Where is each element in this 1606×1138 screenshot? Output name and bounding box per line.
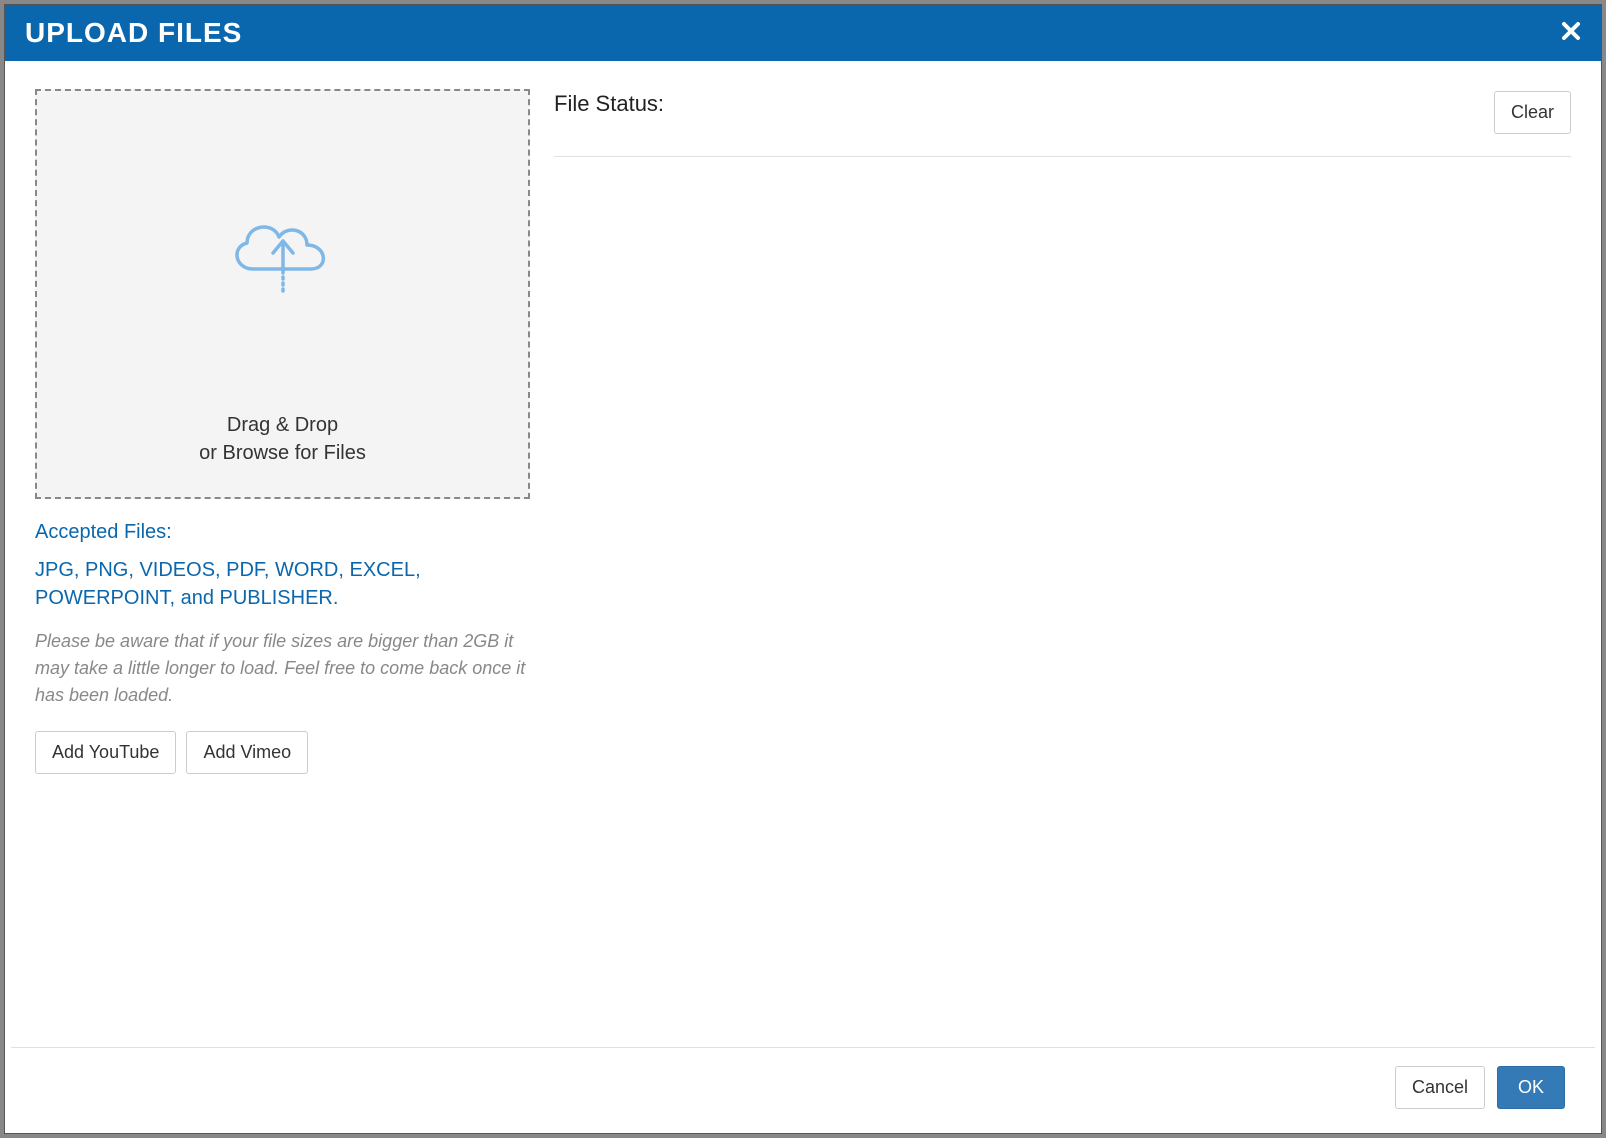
dropzone-line1: Drag & Drop — [199, 411, 366, 439]
clear-button[interactable]: Clear — [1494, 91, 1571, 134]
modal-title: UPLOAD FILES — [25, 17, 242, 49]
dropzone-text: Drag & Drop or Browse for Files — [199, 411, 366, 467]
close-icon[interactable] — [1561, 21, 1581, 46]
left-panel: Drag & Drop or Browse for Files Accepted… — [35, 89, 530, 1027]
add-vimeo-button[interactable]: Add Vimeo — [186, 731, 308, 774]
cancel-button[interactable]: Cancel — [1395, 1066, 1485, 1109]
accepted-files-list: JPG, PNG, VIDEOS, PDF, WORD, EXCEL, POWE… — [35, 556, 530, 612]
file-status-row: File Status: Clear — [554, 91, 1571, 157]
cloud-upload-icon — [223, 211, 343, 311]
ok-button[interactable]: OK — [1497, 1066, 1565, 1109]
size-note: Please be aware that if your file sizes … — [35, 628, 530, 709]
video-buttons: Add YouTube Add Vimeo — [35, 731, 530, 774]
modal-footer: Cancel OK — [11, 1047, 1595, 1133]
dropzone-line2: or Browse for Files — [199, 439, 366, 467]
upload-files-modal: UPLOAD FILES Drag & Drop or Browse for F — [4, 4, 1602, 1134]
dropzone[interactable]: Drag & Drop or Browse for Files — [35, 89, 530, 499]
modal-header: UPLOAD FILES — [5, 5, 1601, 61]
accepted-files-label: Accepted Files: — [35, 521, 530, 544]
right-panel: File Status: Clear — [554, 89, 1571, 1027]
modal-body: Drag & Drop or Browse for Files Accepted… — [5, 61, 1601, 1047]
file-status-label: File Status: — [554, 91, 664, 117]
add-youtube-button[interactable]: Add YouTube — [35, 731, 176, 774]
